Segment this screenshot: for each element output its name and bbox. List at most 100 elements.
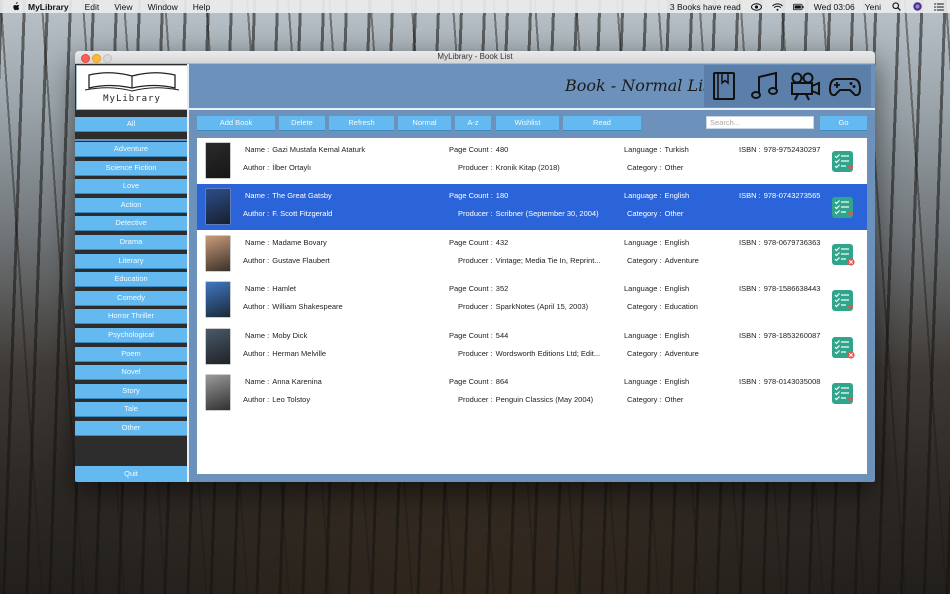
status-text[interactable]: 3 Books have read bbox=[670, 2, 741, 12]
category-button[interactable]: Horror Thriller bbox=[75, 309, 187, 325]
read-checklist-icon[interactable] bbox=[831, 381, 857, 407]
menu-view[interactable]: View bbox=[114, 2, 132, 12]
read-checklist-icon[interactable] bbox=[831, 288, 857, 314]
movie-camera-icon[interactable] bbox=[788, 71, 822, 101]
category-button[interactable]: Comedy bbox=[75, 290, 187, 306]
book-row[interactable]: Name : Madame Bovary Author : Gustave Flaub… bbox=[197, 231, 867, 277]
clock[interactable]: Wed 03:06 bbox=[814, 2, 855, 12]
category-button[interactable]: Other bbox=[75, 421, 187, 436]
book-author: Author : Gustave Flaubert bbox=[243, 256, 330, 265]
book-isbn: ISBN :978-0743273565 bbox=[739, 191, 820, 200]
category-button[interactable]: Adventure bbox=[75, 142, 187, 157]
menu-help[interactable]: Help bbox=[193, 2, 210, 12]
book-author-label: Author : bbox=[243, 395, 270, 404]
book-category-value: Adventure bbox=[664, 255, 699, 265]
read-button[interactable]: Read bbox=[563, 116, 641, 131]
category-all-button[interactable]: All bbox=[75, 117, 187, 132]
book-name-label: Name : bbox=[245, 237, 270, 247]
menu-window[interactable]: Window bbox=[148, 2, 178, 12]
normal-sort-button[interactable]: Normal bbox=[398, 116, 451, 131]
book-name-label: Name : bbox=[245, 284, 270, 294]
book-row[interactable]: Name : Moby Dick Author : Herman Melville Pa… bbox=[197, 324, 867, 370]
book-name-value: Moby Dick bbox=[272, 330, 308, 340]
book-category: Category : Other bbox=[627, 163, 683, 172]
book-isbn: ISBN :978-9752430297 bbox=[739, 145, 820, 154]
book-cover-image bbox=[206, 328, 230, 364]
book-name: Name : Anna Karenina bbox=[245, 377, 322, 386]
book-row[interactable]: Name : Gazi Mustafa Kemal Ataturk Author :… bbox=[197, 138, 867, 184]
book-author: Author : F. Scott Fitzgerald bbox=[243, 209, 332, 218]
wishlist-button[interactable]: Wishlist bbox=[496, 116, 559, 131]
read-checklist-icon[interactable] bbox=[831, 195, 857, 221]
book-page-count-label: Page Count : bbox=[449, 330, 493, 340]
header-divider bbox=[189, 108, 875, 110]
read-checklist-icon[interactable] bbox=[831, 149, 857, 175]
delete-button[interactable]: Delete bbox=[279, 116, 325, 131]
unread-checklist-icon[interactable] bbox=[831, 242, 857, 268]
menu-app-name[interactable]: MyLibrary bbox=[28, 2, 69, 12]
notification-center-icon[interactable] bbox=[933, 2, 944, 11]
music-note-icon[interactable] bbox=[748, 71, 782, 101]
alphabetical-sort-button[interactable]: A-z bbox=[455, 116, 491, 131]
category-button[interactable]: Detective bbox=[75, 216, 187, 232]
book-author-label: Author : bbox=[243, 348, 270, 358]
battery-icon[interactable] bbox=[792, 2, 804, 11]
book-producer-value: Vintage; Media Tie In, Reprint... bbox=[495, 255, 601, 265]
close-window-button[interactable] bbox=[81, 54, 90, 63]
zoom-window-button[interactable] bbox=[103, 54, 112, 63]
category-button[interactable]: Literary bbox=[75, 253, 187, 269]
apple-icon[interactable] bbox=[10, 1, 20, 12]
category-button[interactable]: Love bbox=[75, 179, 187, 195]
book-row[interactable]: Name : Hamlet Author : William Shakespeare P… bbox=[197, 277, 867, 323]
book-author-label: Author : bbox=[243, 163, 270, 172]
book-name-value: Gazi Mustafa Kemal Ataturk bbox=[272, 145, 366, 154]
book-page-count-value: 180 bbox=[495, 191, 509, 201]
book-name-label: Name : bbox=[245, 330, 270, 340]
category-button[interactable]: Action bbox=[75, 197, 187, 213]
book-isbn-value: 978-9752430297 bbox=[763, 145, 821, 154]
book-language: Language : English bbox=[624, 284, 689, 293]
book-author-value: İlber Ortaylı bbox=[272, 163, 312, 172]
menu-edit[interactable]: Edit bbox=[85, 2, 100, 12]
book-page-count-label: Page Count : bbox=[449, 237, 493, 247]
window-titlebar[interactable]: MyLibrary - Book List bbox=[75, 51, 875, 64]
book-name-value: The Great Gatsby bbox=[272, 191, 332, 201]
go-button[interactable]: Go bbox=[820, 116, 867, 131]
book-isbn-label: ISBN : bbox=[739, 377, 761, 386]
search-input[interactable] bbox=[706, 116, 814, 129]
wifi-icon[interactable] bbox=[771, 2, 783, 11]
category-button[interactable]: Education bbox=[75, 272, 187, 288]
minimize-window-button[interactable] bbox=[92, 54, 101, 63]
book-page-count-value: 480 bbox=[495, 145, 509, 154]
refresh-button[interactable]: Refresh bbox=[329, 116, 394, 131]
user-name[interactable]: Yeni bbox=[865, 2, 881, 12]
book-category: Category : Other bbox=[627, 209, 683, 218]
book-name: Name : Hamlet bbox=[245, 284, 296, 293]
book-language-value: English bbox=[664, 237, 690, 247]
book-language-label: Language : bbox=[624, 237, 662, 247]
book-icon[interactable] bbox=[708, 71, 742, 101]
book-row[interactable]: Name : Anna Karenina Author : Leo Tolstoy Pa… bbox=[197, 370, 867, 416]
category-button[interactable]: Science Fiction bbox=[75, 160, 187, 176]
book-isbn: ISBN :978-1853260087 bbox=[739, 331, 820, 340]
siri-icon[interactable] bbox=[912, 2, 923, 11]
quit-button[interactable]: Quit bbox=[75, 466, 187, 482]
eye-icon[interactable] bbox=[750, 2, 762, 11]
book-row[interactable]: Name : The Great Gatsby Author : F. Scott F… bbox=[197, 184, 867, 231]
category-button[interactable]: Psychological bbox=[75, 328, 187, 343]
add-book-button[interactable]: Add Book bbox=[197, 116, 275, 131]
category-button[interactable]: Story bbox=[75, 383, 187, 399]
category-button[interactable]: Poem bbox=[75, 346, 187, 362]
category-button[interactable]: Novel bbox=[75, 365, 187, 381]
book-category: Category : Adventure bbox=[627, 256, 699, 265]
spotlight-icon[interactable] bbox=[891, 2, 902, 11]
book-author-value: Herman Melville bbox=[272, 348, 327, 358]
book-page-count: Page Count :480 bbox=[449, 145, 508, 154]
book-page-count-value: 432 bbox=[495, 237, 509, 247]
category-button[interactable]: Drama bbox=[75, 235, 187, 250]
unread-checklist-icon[interactable] bbox=[831, 335, 857, 361]
book-isbn-label: ISBN : bbox=[739, 145, 761, 154]
gamepad-icon[interactable] bbox=[828, 71, 862, 101]
book-page-count: Page Count :180 bbox=[449, 191, 508, 200]
category-button[interactable]: Tale bbox=[75, 402, 187, 418]
